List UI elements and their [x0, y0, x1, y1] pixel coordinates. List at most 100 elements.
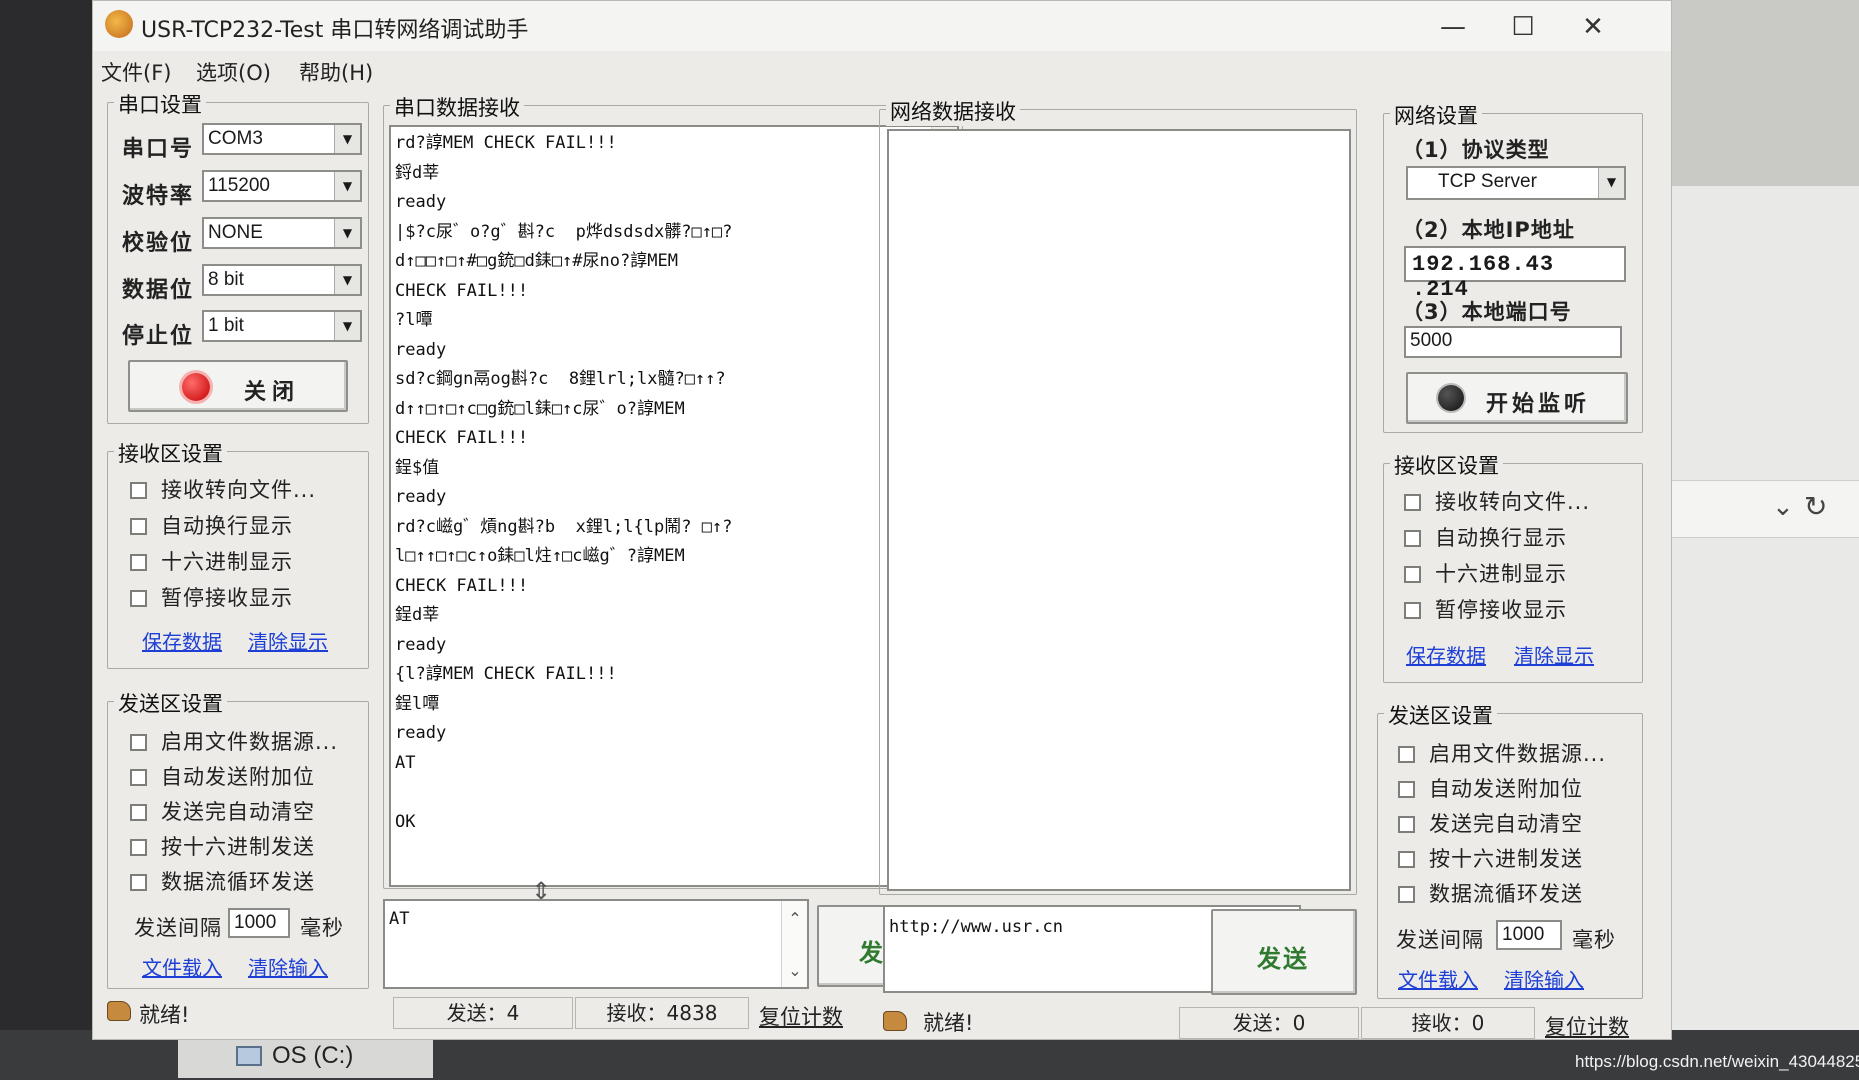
menu-options[interactable]: 选项(O) — [196, 57, 271, 87]
net-save-data-link[interactable]: 保存数据 — [1406, 640, 1486, 669]
stopbits-select[interactable]: 1 bit ▼ — [202, 310, 362, 342]
serial-send-scrollbar[interactable]: ⌃ ⌄ — [781, 901, 807, 987]
net-send-option-append[interactable]: 自动发送附加位 — [1398, 773, 1583, 803]
drive-label: OS (C:) — [272, 1042, 354, 1069]
checkbox[interactable] — [1398, 851, 1415, 868]
net-settings-title: 网络设置 — [1390, 100, 1482, 130]
pointing-hand-icon — [107, 1001, 131, 1021]
protocol-select[interactable]: TCP Server ▼ — [1406, 166, 1626, 200]
net-port-input[interactable]: 5000 — [1404, 326, 1622, 358]
parity-label: 校验位 — [122, 231, 195, 256]
serial-recv-settings-title: 接收区设置 — [114, 438, 227, 468]
maximize-button[interactable]: ☐ — [1503, 13, 1543, 43]
log-line: ready — [395, 339, 447, 360]
log-line: rd?c嵫g゛熕ng斟?b x鋰l;l{lp鬧? □↑? — [395, 516, 733, 537]
refresh-icon[interactable]: ↻ — [1804, 490, 1827, 523]
checkbox[interactable] — [1404, 602, 1421, 619]
log-line: ready — [395, 192, 447, 212]
log-line: CHECK FAIL!!! — [395, 428, 529, 448]
parity-value: NONE — [208, 222, 263, 243]
checkbox[interactable] — [1398, 816, 1415, 833]
start-listen-button[interactable]: 开始监听 — [1406, 372, 1628, 424]
net-send-settings-title: 发送区设置 — [1384, 700, 1497, 730]
baud-select[interactable]: 115200 ▼ — [202, 170, 362, 202]
log-line: ?l嘾 — [395, 310, 433, 330]
net-send-settings-group: 发送区设置 启用文件数据源... 自动发送附加位 发送完自动清空 按十六进制发送… — [1377, 700, 1643, 999]
net-reset-count[interactable]: 复位计数 — [1545, 1011, 1629, 1041]
checkbox[interactable] — [1398, 746, 1415, 763]
serial-send-option-append[interactable]: 自动发送附加位 — [130, 761, 315, 791]
serial-send-option-hex[interactable]: 按十六进制发送 — [130, 831, 315, 861]
net-interval-input[interactable]: 1000 — [1496, 920, 1562, 950]
serial-send-option-loop[interactable]: 数据流循环发送 — [130, 866, 315, 896]
menu-help[interactable]: 帮助(H) — [299, 57, 373, 87]
serial-recv-option-hex[interactable]: 十六进制显示 — [130, 546, 293, 576]
net-recv-option-pause[interactable]: 暂停接收显示 — [1404, 594, 1567, 624]
watermark: https://blog.csdn.net/weixin_43044825 — [1575, 1052, 1859, 1071]
net-send-option-loop[interactable]: 数据流循环发送 — [1398, 878, 1583, 908]
chevron-down-icon: ▼ — [334, 266, 360, 294]
databits-select[interactable]: 8 bit ▼ — [202, 264, 362, 296]
net-send-option-autoclear[interactable]: 发送完自动清空 — [1398, 808, 1583, 838]
net-send-option-hex[interactable]: 按十六进制发送 — [1398, 843, 1583, 873]
checkbox[interactable] — [130, 554, 147, 571]
checkbox[interactable] — [1398, 886, 1415, 903]
checkbox[interactable] — [130, 804, 147, 821]
log-line: 鋝d莘 — [395, 162, 440, 183]
menu-file[interactable]: 文件(F) — [101, 57, 171, 87]
serial-reset-count[interactable]: 复位计数 — [759, 1001, 843, 1031]
checkbox[interactable] — [130, 590, 147, 607]
serial-load-file-link[interactable]: 文件载入 — [142, 952, 222, 981]
net-recv-option-wrap[interactable]: 自动换行显示 — [1404, 522, 1567, 552]
pointing-hand-icon — [883, 1011, 907, 1031]
port-select[interactable]: COM3 ▼ — [202, 123, 362, 155]
serial-save-data-link[interactable]: 保存数据 — [142, 626, 222, 655]
serial-send-option-autoclear[interactable]: 发送完自动清空 — [130, 796, 315, 826]
log-line: 鋥l嘾 — [395, 693, 440, 714]
minimize-button[interactable]: — — [1433, 13, 1473, 43]
net-send-option-file[interactable]: 启用文件数据源... — [1398, 738, 1606, 768]
serial-close-button[interactable]: 关闭 — [128, 360, 348, 412]
checkbox[interactable] — [130, 734, 147, 751]
scroll-up-icon[interactable]: ⌃ — [782, 907, 807, 931]
chevron-down-icon: ▼ — [334, 312, 360, 340]
baud-label: 波特率 — [122, 184, 195, 209]
checkbox[interactable] — [1404, 494, 1421, 511]
serial-interval-input[interactable]: 1000 — [228, 908, 290, 938]
checkbox[interactable] — [130, 874, 147, 891]
serial-recv-textarea[interactable]: rd?諄MEM CHECK FAIL!!! 鋝d莘 ready |$?c尿゛o?g゛斟… — [389, 125, 959, 887]
serial-clear-input-link[interactable]: 清除输入 — [248, 952, 328, 981]
net-settings-group: 网络设置 （1）协议类型 TCP Server ▼ （2）本地IP地址 192.… — [1383, 100, 1643, 433]
net-load-file-link[interactable]: 文件载入 — [1398, 964, 1478, 993]
checkbox[interactable] — [130, 769, 147, 786]
net-recv-count: 接收：0 — [1361, 1007, 1535, 1039]
close-window-button[interactable]: ✕ — [1573, 13, 1613, 43]
chevron-down-icon[interactable]: ⌄ — [1772, 492, 1794, 522]
ip-address-input[interactable]: 192.168.43 .214 — [1404, 246, 1626, 302]
net-clear-input-link[interactable]: 清除输入 — [1504, 964, 1584, 993]
net-recv-option-file[interactable]: 接收转向文件... — [1404, 486, 1590, 516]
net-send-button[interactable]: 发送 — [1211, 909, 1357, 995]
checkbox[interactable] — [130, 839, 147, 856]
checkbox[interactable] — [130, 518, 147, 535]
checkbox[interactable] — [1404, 530, 1421, 547]
scroll-down-icon[interactable]: ⌄ — [782, 959, 807, 983]
net-recv-textarea[interactable] — [887, 129, 1351, 891]
log-line: 鋥$值 — [395, 457, 440, 478]
serial-recv-option-file[interactable]: 接收转向文件... — [130, 474, 316, 504]
serial-recv-option-pause[interactable]: 暂停接收显示 — [130, 582, 293, 612]
app-window: USR-TCP232-Test 串口转网络调试助手 — ☐ ✕ 文件(F) 选项… — [92, 0, 1672, 1040]
serial-interval-unit: 毫秒 — [300, 916, 344, 940]
stopbits-value: 1 bit — [208, 315, 244, 336]
net-recv-option-hex[interactable]: 十六进制显示 — [1404, 558, 1567, 588]
serial-send-option-file[interactable]: 启用文件数据源... — [130, 726, 338, 756]
parity-select[interactable]: NONE ▼ — [202, 217, 362, 249]
checkbox[interactable] — [1404, 566, 1421, 583]
checkbox[interactable] — [130, 482, 147, 499]
serial-recv-option-wrap[interactable]: 自动换行显示 — [130, 510, 293, 540]
net-clear-display-link[interactable]: 清除显示 — [1514, 640, 1594, 669]
log-line: sd?c鋼gn鬲og斟?c 8鋰lrl;lx髓?□↑↑? — [395, 369, 726, 389]
serial-send-input[interactable]: AT ⌃ ⌄ — [383, 899, 809, 989]
serial-clear-display-link[interactable]: 清除显示 — [248, 626, 328, 655]
checkbox[interactable] — [1398, 781, 1415, 798]
